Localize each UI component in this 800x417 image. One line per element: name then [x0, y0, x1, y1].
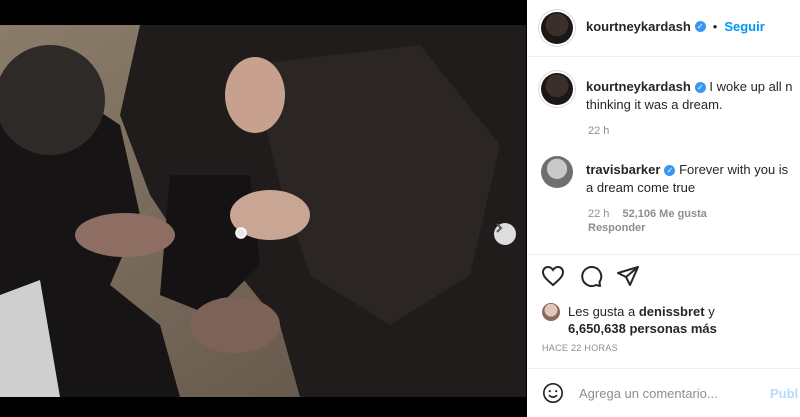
post-timestamp[interactable]: HACE 22 HORAS	[542, 343, 618, 353]
comment-likes[interactable]: 52,106 Me gusta	[622, 208, 706, 220]
likes-count[interactable]: 6,650,638 personas más	[568, 321, 717, 336]
verified-badge-icon: ✓	[694, 82, 706, 94]
verified-badge-icon: ✓	[694, 21, 706, 32]
comment-input[interactable]: Agrega un comentario...	[579, 386, 718, 401]
comment-meta: 22 h 52,106 Me gusta	[588, 208, 707, 220]
heart-icon[interactable]	[541, 264, 565, 288]
photo-illustration	[0, 25, 526, 397]
likes-joiner: y	[708, 304, 715, 319]
reply-button[interactable]: Responder	[588, 222, 645, 234]
caption-text-line1: I woke up all n	[709, 79, 793, 94]
divider	[527, 254, 800, 255]
likes-prefix: Les gusta a	[568, 304, 636, 319]
follow-button[interactable]: Seguir	[724, 19, 764, 34]
comment-username[interactable]: travisbarker	[586, 162, 660, 177]
chevron-right-icon	[496, 223, 503, 233]
author-avatar[interactable]	[541, 12, 573, 44]
likes-summary: Les gusta a denissbret y 6,650,638 perso…	[568, 303, 717, 337]
emoji-icon[interactable]	[542, 382, 564, 404]
author-username[interactable]: kourtneykardash	[586, 19, 691, 34]
verified-badge-icon: ✓	[664, 165, 676, 177]
carousel-next-button[interactable]	[494, 223, 516, 245]
caption: kourtneykardash ✓ I woke up all n thinkin…	[586, 78, 793, 114]
divider	[527, 368, 800, 369]
liker-avatar[interactable]	[542, 303, 560, 321]
separator-dot: •	[712, 19, 718, 34]
commenter-avatar[interactable]	[541, 156, 573, 188]
share-icon[interactable]	[616, 264, 640, 288]
caption-text-line2: thinking it was a dream.	[586, 97, 723, 112]
comment-text-line1: Forever with you is	[679, 162, 789, 177]
comment-icon[interactable]	[579, 264, 603, 288]
comment-text-line2: a dream come true	[586, 180, 696, 195]
comment: travisbarker ✓ Forever with you is a drea…	[586, 161, 788, 197]
caption-username[interactable]: kourtneykardash	[586, 79, 691, 94]
comment-time: 22 h	[588, 208, 610, 220]
caption-avatar[interactable]	[541, 73, 573, 105]
post-header: kourtneykardash ✓ • Seguir	[527, 0, 800, 57]
post-side-panel: kourtneykardash ✓ • Seguir kourtneykarda…	[527, 0, 800, 417]
liker-username[interactable]: denissbret	[639, 304, 705, 319]
caption-time: 22 h	[588, 125, 610, 137]
publish-button[interactable]: Publ	[770, 386, 798, 401]
post-photo[interactable]	[0, 25, 526, 397]
